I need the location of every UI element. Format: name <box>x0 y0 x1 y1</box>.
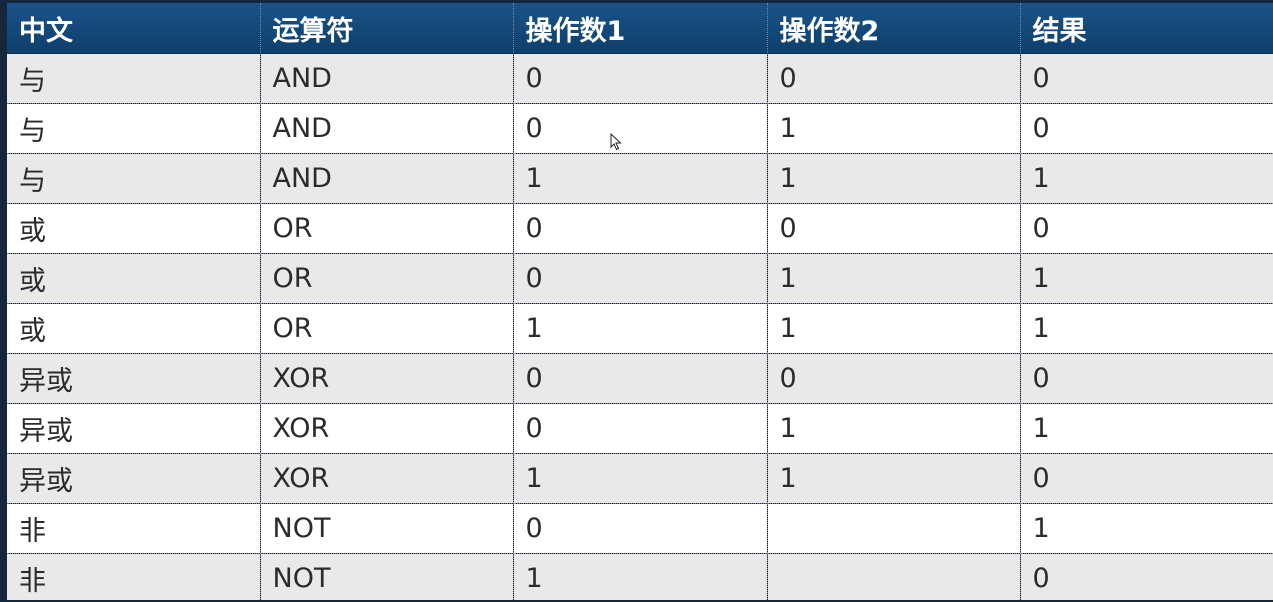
header-operator: 运算符 <box>259 3 513 54</box>
cell-result: 0 <box>1019 453 1273 504</box>
cell-chinese: 或 <box>7 303 260 354</box>
slide-frame: 中文 运算符 操作数1 操作数2 结果 与 AND 0 0 0 与 AND 0 … <box>0 0 1273 602</box>
cell-operand2: 1 <box>766 403 1020 454</box>
cell-operand2 <box>766 553 1020 600</box>
cell-operand2 <box>766 503 1020 554</box>
cell-result: 0 <box>1019 553 1273 600</box>
cell-operand1: 1 <box>512 453 767 504</box>
cell-result: 0 <box>1019 53 1273 104</box>
table-row: 或 OR 1 1 1 <box>7 303 1273 354</box>
table-row: 与 AND 1 1 1 <box>7 153 1273 204</box>
cell-chinese: 与 <box>7 153 260 204</box>
cell-result: 1 <box>1019 303 1273 354</box>
table-row: 或 OR 0 0 0 <box>7 203 1273 254</box>
cell-operator: OR <box>259 253 513 304</box>
cell-operand2: 0 <box>766 53 1020 104</box>
cell-operand2: 0 <box>766 203 1020 254</box>
cell-operand1: 1 <box>512 303 767 354</box>
cell-chinese: 非 <box>7 553 260 600</box>
cell-operand2: 1 <box>766 153 1020 204</box>
header-row: 中文 运算符 操作数1 操作数2 结果 <box>7 3 1273 54</box>
cell-operator: XOR <box>259 453 513 504</box>
cell-chinese: 异或 <box>7 453 260 504</box>
cell-chinese: 或 <box>7 253 260 304</box>
cell-operand1: 0 <box>512 53 767 104</box>
logic-operators-table-container: 中文 运算符 操作数1 操作数2 结果 与 AND 0 0 0 与 AND 0 … <box>7 3 1273 600</box>
table-row: 异或 XOR 1 1 0 <box>7 453 1273 504</box>
table-row: 或 OR 0 1 1 <box>7 253 1273 304</box>
table-row: 非 NOT 1 0 <box>7 553 1273 600</box>
cell-operator: OR <box>259 303 513 354</box>
cell-result: 1 <box>1019 253 1273 304</box>
cell-operand1: 0 <box>512 203 767 254</box>
cell-operator: OR <box>259 203 513 254</box>
header-chinese: 中文 <box>7 3 260 54</box>
cell-chinese: 异或 <box>7 353 260 404</box>
cell-result: 1 <box>1019 153 1273 204</box>
cell-operand1: 0 <box>512 503 767 554</box>
cell-operand2: 1 <box>766 103 1020 154</box>
cell-chinese: 与 <box>7 103 260 154</box>
cell-chinese: 非 <box>7 503 260 554</box>
cell-operator: NOT <box>259 503 513 554</box>
cell-chinese: 或 <box>7 203 260 254</box>
table-header: 中文 运算符 操作数1 操作数2 结果 <box>7 3 1273 54</box>
table-row: 异或 XOR 0 0 0 <box>7 353 1273 404</box>
cell-operand2: 1 <box>766 303 1020 354</box>
cell-result: 0 <box>1019 203 1273 254</box>
logic-operators-table: 中文 运算符 操作数1 操作数2 结果 与 AND 0 0 0 与 AND 0 … <box>7 3 1273 600</box>
cell-operator: XOR <box>259 403 513 454</box>
header-operand1: 操作数1 <box>512 3 767 54</box>
cell-operand1: 0 <box>512 403 767 454</box>
cell-operand2: 0 <box>766 353 1020 404</box>
table-row: 非 NOT 0 1 <box>7 503 1273 554</box>
table-row: 与 AND 0 1 0 <box>7 103 1273 154</box>
cell-operand2: 1 <box>766 253 1020 304</box>
cell-operand1: 1 <box>512 553 767 600</box>
table-row: 异或 XOR 0 1 1 <box>7 403 1273 454</box>
table-row: 与 AND 0 0 0 <box>7 53 1273 104</box>
cell-result: 0 <box>1019 103 1273 154</box>
cell-result: 1 <box>1019 503 1273 554</box>
cell-result: 1 <box>1019 403 1273 454</box>
cell-operator: AND <box>259 53 513 104</box>
cell-operand1: 0 <box>512 253 767 304</box>
cell-operator: AND <box>259 103 513 154</box>
cell-result: 0 <box>1019 353 1273 404</box>
table-body: 与 AND 0 0 0 与 AND 0 1 0 与 AND 1 1 1 或 OR… <box>7 53 1273 600</box>
cell-operand1: 0 <box>512 353 767 404</box>
cell-operand1: 1 <box>512 153 767 204</box>
cell-operator: NOT <box>259 553 513 600</box>
cell-operator: AND <box>259 153 513 204</box>
header-result: 结果 <box>1019 3 1273 54</box>
cell-operator: XOR <box>259 353 513 404</box>
cell-operand1: 0 <box>512 103 767 154</box>
cell-chinese: 异或 <box>7 403 260 454</box>
header-operand2: 操作数2 <box>766 3 1020 54</box>
cell-chinese: 与 <box>7 53 260 104</box>
cell-operand2: 1 <box>766 453 1020 504</box>
